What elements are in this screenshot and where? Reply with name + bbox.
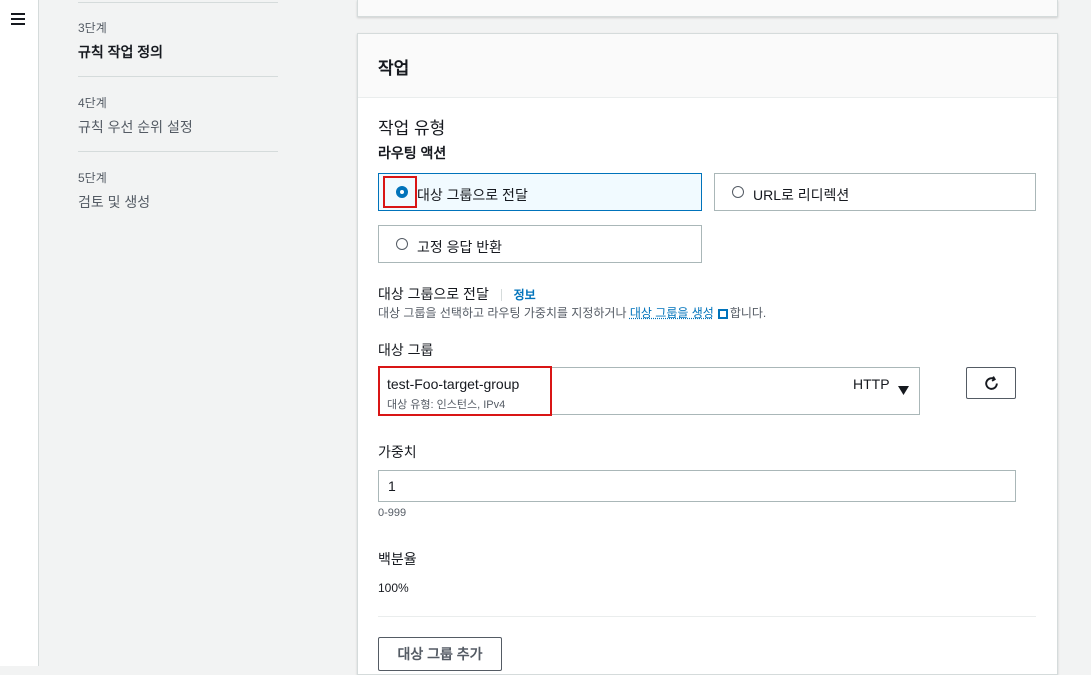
weight-input[interactable]: [378, 470, 1016, 502]
radio-fixed-response[interactable]: [396, 238, 408, 250]
step-5[interactable]: 5단계 검토 및 생성: [78, 169, 278, 212]
separator: [500, 289, 502, 302]
create-target-group-link[interactable]: 대상 그룹을 생성: [630, 306, 714, 320]
forward-section-title: 대상 그룹으로 전달: [378, 286, 489, 302]
target-group-detail: 대상 유형: 인스턴스, IPv4: [387, 399, 506, 411]
action-card: 작업: [357, 33, 1058, 675]
radio-redirect-url[interactable]: [732, 186, 744, 198]
percent-value: 100%: [378, 581, 409, 595]
step-divider: [78, 2, 278, 3]
percent-label: 백분율: [378, 551, 417, 567]
forward-section-header: 대상 그룹으로 전달 정보: [378, 284, 536, 304]
card-title: 작업: [378, 59, 410, 78]
radio-forward-target-group[interactable]: [396, 186, 408, 198]
step-4-title: 규칙 우선 순위 설정: [78, 119, 193, 135]
caret-down-icon[interactable]: [898, 386, 909, 395]
forward-description: 대상 그룹을 선택하고 라우팅 가중치를 지정하거나 대상 그룹을 생성 합니다.: [378, 304, 766, 321]
option-fixed-response[interactable]: 고정 응답 반환: [378, 225, 702, 263]
target-group-protocol: HTTP: [853, 376, 890, 392]
option-fixed-response-label: 고정 응답 반환: [417, 239, 503, 255]
weight-hint: 0-999: [378, 507, 407, 519]
option-forward-target-group-label: 대상 그룹으로 전달: [417, 187, 528, 203]
step-divider: [78, 151, 278, 152]
previous-card: [357, 0, 1058, 17]
step-4[interactable]: 4단계 규칙 우선 순위 설정: [78, 94, 278, 152]
target-group-select[interactable]: test-Foo-target-group 대상 유형: 인스턴스, IPv4 …: [378, 367, 920, 415]
left-nav-rail: [0, 0, 39, 666]
description-suffix: 합니다.: [729, 306, 767, 320]
step-3[interactable]: 3단계 규칙 작업 정의: [78, 19, 278, 77]
refresh-button[interactable]: [966, 367, 1016, 399]
external-link-icon[interactable]: [717, 309, 728, 319]
description-text: 대상 그룹을 선택하고 라우팅 가중치를 지정하거나: [378, 306, 630, 320]
refresh-icon: [985, 376, 998, 390]
option-redirect-url-label: URL로 리디렉션: [753, 187, 850, 203]
target-group-label: 대상 그룹: [378, 342, 434, 358]
action-type-title: 작업 유형: [378, 119, 446, 138]
weight-label: 가중치: [378, 444, 417, 460]
target-group-name: test-Foo-target-group: [387, 376, 520, 392]
divider: [378, 616, 1036, 617]
step-5-title: 검토 및 생성: [78, 194, 151, 210]
step-3-title: 규칙 작업 정의: [78, 44, 164, 60]
routing-action-label: 라우팅 액션: [378, 145, 447, 161]
card-header: 작업: [358, 34, 1057, 98]
hamburger-icon[interactable]: [11, 13, 25, 25]
step-4-label: 4단계: [78, 96, 107, 110]
step-5-label: 5단계: [78, 171, 107, 185]
option-redirect-url[interactable]: URL로 리디렉션: [714, 173, 1036, 211]
info-link[interactable]: 정보: [514, 288, 536, 302]
step-divider: [78, 76, 278, 77]
option-forward-target-group[interactable]: 대상 그룹으로 전달: [378, 173, 702, 211]
step-3-label: 3단계: [78, 21, 107, 35]
